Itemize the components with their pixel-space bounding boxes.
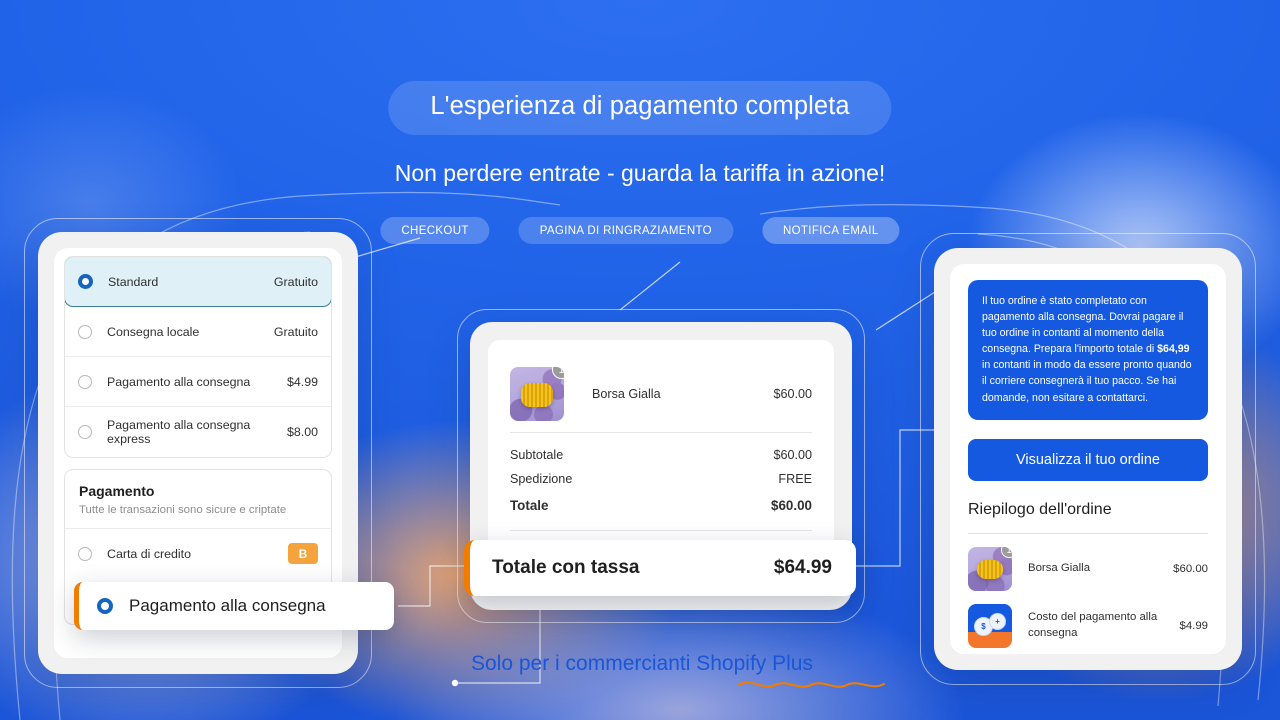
tab-thank-you-page-label: PAGINA DI RINGRAZIAMENTO bbox=[539, 224, 712, 237]
product-thumbnail: 1 bbox=[968, 546, 1012, 591]
payment-method-label: Carta di credito bbox=[107, 546, 192, 561]
order-notice-amount: $64,99 bbox=[1157, 343, 1190, 356]
cash-on-delivery-callout[interactable]: Pagamento alla consegna bbox=[74, 582, 394, 630]
summary-label: Totale bbox=[510, 498, 549, 513]
order-notice-text-before: Il tuo ordine è stato completato con pag… bbox=[982, 295, 1184, 356]
coins-icon: $ + bbox=[968, 603, 1012, 648]
total-with-tax-value: $64.99 bbox=[773, 557, 832, 578]
wavy-underline-icon bbox=[737, 681, 886, 688]
shipping-option-price: $4.99 bbox=[286, 374, 318, 389]
shipping-option-local-delivery[interactable]: Consegna locale Gratuito bbox=[65, 307, 331, 357]
radio-icon[interactable] bbox=[78, 425, 92, 439]
total-with-tax-label: Totale con tassa bbox=[492, 557, 640, 578]
payment-section-subtitle: Tutte le transazioni sono sicure e cript… bbox=[79, 504, 287, 516]
summary-divider-bottom bbox=[510, 530, 812, 531]
radio-selected-icon[interactable] bbox=[97, 598, 113, 614]
order-notice-box: Il tuo ordine è stato completato con pag… bbox=[968, 280, 1208, 420]
payment-section-header: Pagamento Tutte le transazioni sono sicu… bbox=[65, 470, 331, 529]
tab-checkout-label: CHECKOUT bbox=[401, 224, 469, 237]
shipping-option-label: Standard bbox=[108, 274, 159, 289]
footer-caption: Solo per i commercianti Shopify Plus bbox=[471, 652, 813, 676]
footer-caption-highlight: Shopify Plus bbox=[696, 652, 813, 675]
summary-label: Spedizione bbox=[510, 472, 573, 486]
summary-label: Subtotale bbox=[510, 448, 564, 462]
summary-row-shipping: Spedizione FREE bbox=[510, 467, 812, 491]
payment-method-credit-card[interactable]: Carta di credito B bbox=[65, 529, 331, 578]
shipping-option-label: Consegna locale bbox=[107, 324, 200, 339]
order-line-item-product: 1 Borsa Gialla $60.00 bbox=[968, 534, 1208, 591]
email-device-frame: Il tuo ordine è stato completato con pag… bbox=[934, 248, 1242, 670]
total-with-tax-callout: Totale con tassa $64.99 bbox=[464, 540, 856, 596]
radio-selected-icon[interactable] bbox=[78, 274, 93, 289]
order-notice-text-after: in contanti in modo da essere pronto qua… bbox=[982, 359, 1192, 404]
shipping-option-cash-on-delivery[interactable]: Pagamento alla consegna $4.99 bbox=[65, 357, 331, 407]
view-order-button[interactable]: Visualizza il tuo ordine bbox=[968, 438, 1208, 481]
shipping-option-price: Gratuito bbox=[273, 274, 318, 289]
order-summary-heading: Riepilogo dell'ordine bbox=[968, 500, 1112, 518]
summary-value: FREE bbox=[778, 472, 812, 486]
footer-caption-prefix: Solo per i commercianti bbox=[471, 652, 697, 675]
summary-divider bbox=[510, 432, 812, 433]
radio-icon[interactable] bbox=[78, 324, 92, 339]
payment-section-title: Pagamento bbox=[79, 483, 155, 499]
order-line-item-price: $4.99 bbox=[1179, 619, 1208, 632]
order-line-item-name: Borsa Gialla bbox=[1028, 561, 1091, 574]
radio-icon[interactable] bbox=[78, 546, 92, 561]
product-name: Borsa Gialla bbox=[592, 387, 661, 401]
order-line-item-name: Costo del pagamento alla consegna bbox=[1028, 611, 1158, 639]
bogus-gateway-badge-label: B bbox=[298, 546, 308, 561]
radio-icon[interactable] bbox=[78, 374, 92, 389]
tab-email-notification-label: NOTIFICA EMAIL bbox=[782, 224, 879, 237]
page-title: L'esperienza di pagamento completa bbox=[388, 81, 892, 135]
summary-value: $60.00 bbox=[773, 448, 812, 462]
summary-row-subtotal: Subtotale $60.00 bbox=[510, 443, 812, 467]
view-order-button-label: Visualizza il tuo ordine bbox=[1015, 451, 1160, 468]
shipping-option-cash-on-delivery-express[interactable]: Pagamento alla consegna express $8.00 bbox=[65, 407, 331, 457]
cash-on-delivery-callout-label: Pagamento alla consegna bbox=[129, 596, 326, 615]
shipping-option-label: Pagamento alla consegna bbox=[107, 374, 251, 389]
product-thumbnail: 1 bbox=[510, 367, 564, 421]
order-line-item-cod-fee: $ + Costo del pagamento alla consegna $4… bbox=[968, 591, 1208, 648]
summary-row-total: Totale $60.00 bbox=[510, 491, 812, 518]
order-line-item-price: $60.00 bbox=[1173, 562, 1208, 575]
tab-bar: CHECKOUT PAGINA DI RINGRAZIAMENTO NOTIFI… bbox=[380, 217, 900, 244]
promo-graphic: L'esperienza di pagamento completa Non p… bbox=[0, 0, 1280, 720]
tab-checkout[interactable]: CHECKOUT bbox=[380, 217, 490, 244]
coin-shape: + bbox=[989, 612, 1006, 630]
bogus-gateway-badge-icon: B bbox=[288, 543, 318, 564]
email-screen: Il tuo ordine è stato completato con pag… bbox=[950, 264, 1226, 654]
shipping-option-standard[interactable]: Standard Gratuito bbox=[65, 257, 331, 307]
tab-email-notification[interactable]: NOTIFICA EMAIL bbox=[761, 217, 900, 244]
order-product-row: 1 Borsa Gialla $60.00 bbox=[510, 358, 812, 430]
tab-thank-you-page[interactable]: PAGINA DI RINGRAZIAMENTO bbox=[518, 217, 733, 244]
page-subtitle: Non perdere entrate - guarda la tariffa … bbox=[394, 160, 886, 186]
summary-value: $60.00 bbox=[771, 498, 812, 513]
shipping-options-card: Standard Gratuito Consegna locale Gratui… bbox=[64, 256, 332, 458]
shipping-option-price: Gratuito bbox=[273, 324, 318, 339]
product-price: $60.00 bbox=[773, 387, 812, 401]
shipping-option-label: Pagamento alla consegna express bbox=[107, 418, 251, 446]
shipping-option-price: $8.00 bbox=[286, 425, 318, 439]
